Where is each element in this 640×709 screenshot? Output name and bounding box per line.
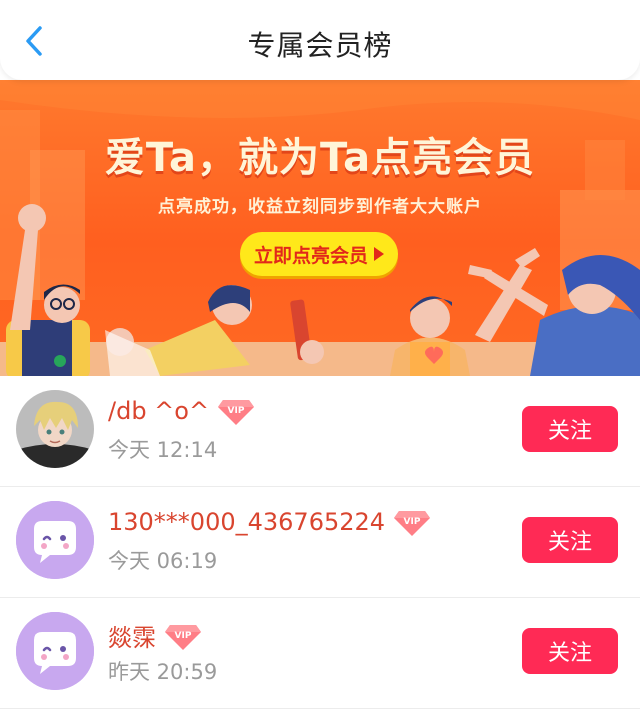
avatar[interactable]	[16, 501, 94, 579]
default-chat-avatar-icon	[16, 501, 94, 579]
promo-banner[interactable]: 爱Ta，就为Ta点亮会员 点亮成功，收益立刻同步到作者大大账户 立即点亮会员	[0, 80, 640, 376]
vip-badge-label: VIP	[175, 631, 192, 641]
activate-membership-button[interactable]: 立即点亮会员	[240, 232, 398, 276]
list-item[interactable]: /db ^o^ VIP 今天 12:14 关注	[0, 376, 640, 487]
avatar[interactable]	[16, 612, 94, 690]
member-name-line: 燚霂 VIP	[108, 618, 202, 653]
follow-button[interactable]: 关注	[522, 517, 618, 563]
member-time: 昨天 20:59	[108, 660, 218, 684]
banner-title: 爱Ta，就为Ta点亮会员	[104, 135, 536, 181]
member-name-line: /db ^o^ VIP	[108, 396, 255, 426]
list-item[interactable]: 燚霂 VIP 昨天 20:59 关注	[0, 598, 640, 709]
vip-diamond-icon: VIP	[394, 511, 431, 536]
member-name[interactable]: 130***000_436765224	[108, 508, 385, 536]
vip-diamond-icon: VIP	[165, 624, 201, 650]
banner-subtitle: 点亮成功，收益立刻同步到作者大大账户	[158, 197, 482, 217]
activate-membership-label: 立即点亮会员	[253, 244, 368, 267]
default-chat-avatar-icon	[16, 612, 94, 690]
vip-diamond-icon: VIP	[218, 400, 255, 425]
play-arrow-icon	[374, 247, 384, 261]
member-time: 今天 12:14	[108, 438, 218, 462]
list-item[interactable]: 130***000_436765224 VIP 今天 06:19 关注	[0, 487, 640, 598]
vip-badge-label: VIP	[228, 406, 245, 416]
follow-button[interactable]: 关注	[522, 628, 618, 674]
avatar[interactable]	[16, 390, 94, 468]
member-name[interactable]: 燚霂	[108, 618, 156, 653]
member-name-line: 130***000_436765224 VIP	[108, 507, 431, 537]
user-photo-avatar-icon	[16, 390, 94, 468]
member-time: 今天 06:19	[108, 549, 218, 573]
follow-button[interactable]: 关注	[522, 406, 618, 452]
top-bar: 专属会员榜	[0, 0, 640, 80]
member-list: /db ^o^ VIP 今天 12:14 关注 130***000_436765…	[0, 376, 640, 709]
page-title: 专属会员榜	[247, 29, 393, 62]
member-name[interactable]: /db ^o^	[108, 397, 209, 425]
vip-badge-label: VIP	[404, 517, 421, 527]
